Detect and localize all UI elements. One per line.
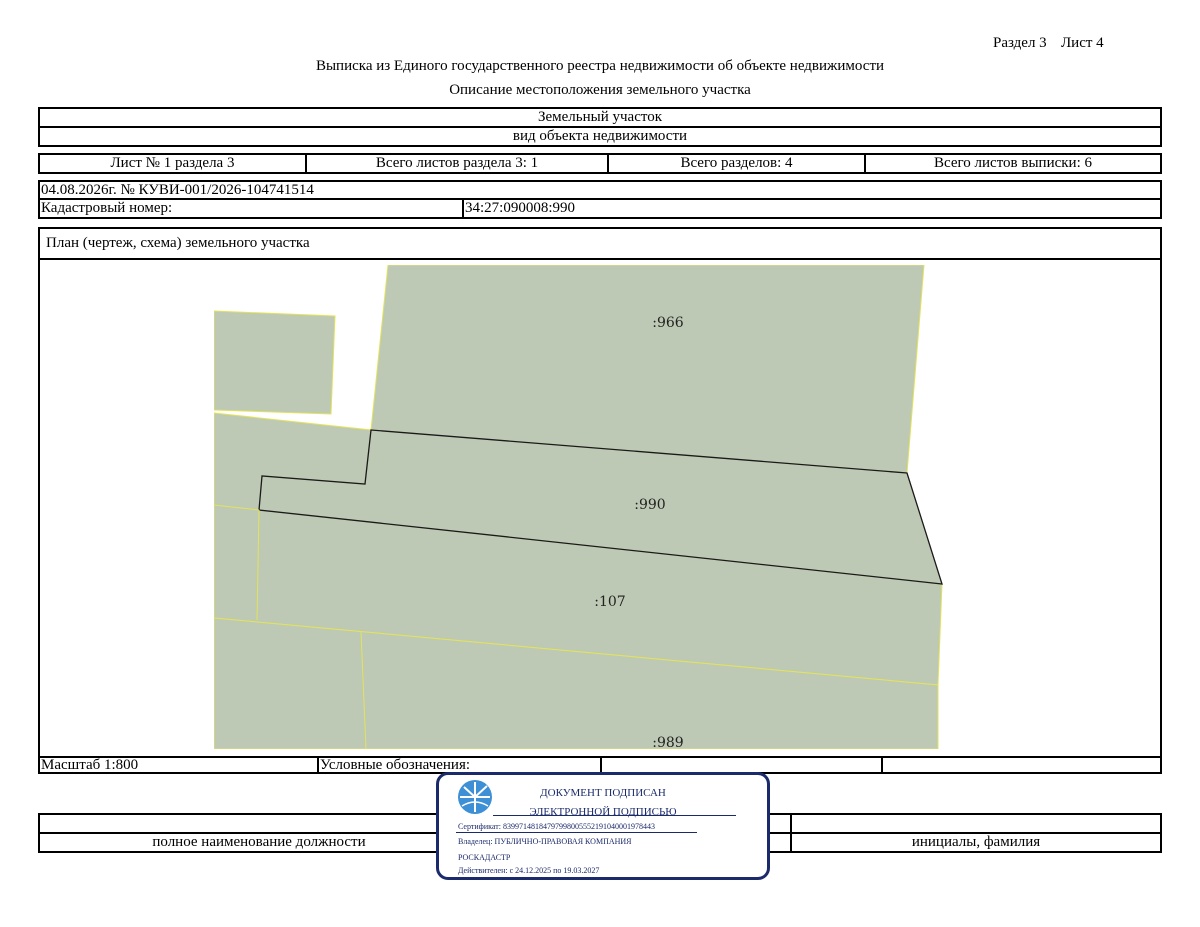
sheet-number: Лист 4 [1061,35,1104,51]
document-subtitle: Описание местоположения земельного участ… [449,82,751,98]
object-type-value: Земельный участок [537,109,663,125]
parcel-label-990: :990 [634,497,665,513]
parcel-map: :966 :990 :107 :989 [214,265,943,749]
parcel-label-989: :989 [652,735,683,749]
section-number: Раздел 3 [993,35,1047,51]
extract-page: Раздел 3 Лист 4 Выписка из Единого госуд… [0,0,1200,927]
legend-empty-cell [600,758,881,772]
signature-position-cell [40,815,478,832]
stamp-title-line2: ЭЛЕКТРОННОЙ ПОДПИСЬЮ [529,806,677,818]
cadastral-label: Кадастровый номер: [41,200,173,216]
legend-empty-cell [881,758,1160,772]
stamp-divider [456,832,697,833]
sheet-info-sheet-number: Лист № 1 раздела 3 [110,155,235,171]
object-type-row: Земельный участок [38,107,1162,128]
cadastral-number: 34:27:090008:990 [462,200,1160,217]
position-caption: полное наименование должности [152,834,366,850]
signature-name-cell [790,815,1160,832]
document-title: Выписка из Единого государственного реес… [315,58,885,74]
stamp-owner: Владелец: ПУБЛИЧНО-ПРАВОВАЯ КОМПАНИЯ [458,837,632,846]
cadastral-row: Кадастровый номер: 34:27:090008:990 [38,198,1162,219]
parcel-label-107: :107 [594,594,625,610]
name-caption: инициалы, фамилия [790,834,1160,851]
sheet-info-row: Лист № 1 раздела 3 Всего листов раздела … [38,153,1162,174]
stamp-owner-continued: РОСКАДАСТР [458,853,511,862]
record-date-number: 04.08.2026г. № КУВИ-001/2026-104741514 [41,181,314,198]
object-type-caption-row: вид объекта недвижимости [38,126,1162,147]
parcel-small-left [214,310,336,415]
sheet-info-total-sections: Всего разделов: 4 [607,155,864,172]
object-type-caption: вид объекта недвижимости [512,128,688,144]
sheet-info-total-sheets: Всего листов выписки: 6 [864,155,1160,172]
plan-title: План (чертеж, схема) земельного участка [40,229,1160,260]
stamp-title-line1: ДОКУМЕНТ ПОДПИСАН [540,787,666,799]
sheet-info-section-sheets: Всего листов раздела 3: 1 [305,155,607,172]
legend-label: Условные обозначения: [317,758,600,773]
stamp-certificate: Сертификат: 8399714818479799800555219104… [458,822,655,831]
e-signature-stamp: ДОКУМЕНТ ПОДПИСАН ЭЛЕКТРОННОЙ ПОДПИСЬЮ С… [436,772,770,880]
record-date-row: 04.08.2026г. № КУВИ-001/2026-104741514 [38,180,1162,200]
scale-label: Масштаб 1:800 [41,757,139,773]
stamp-divider [493,815,736,816]
stamp-validity: Действителен: с 24.12.2025 по 19.03.2027 [458,866,600,875]
parcel-label-966: :966 [652,315,684,331]
